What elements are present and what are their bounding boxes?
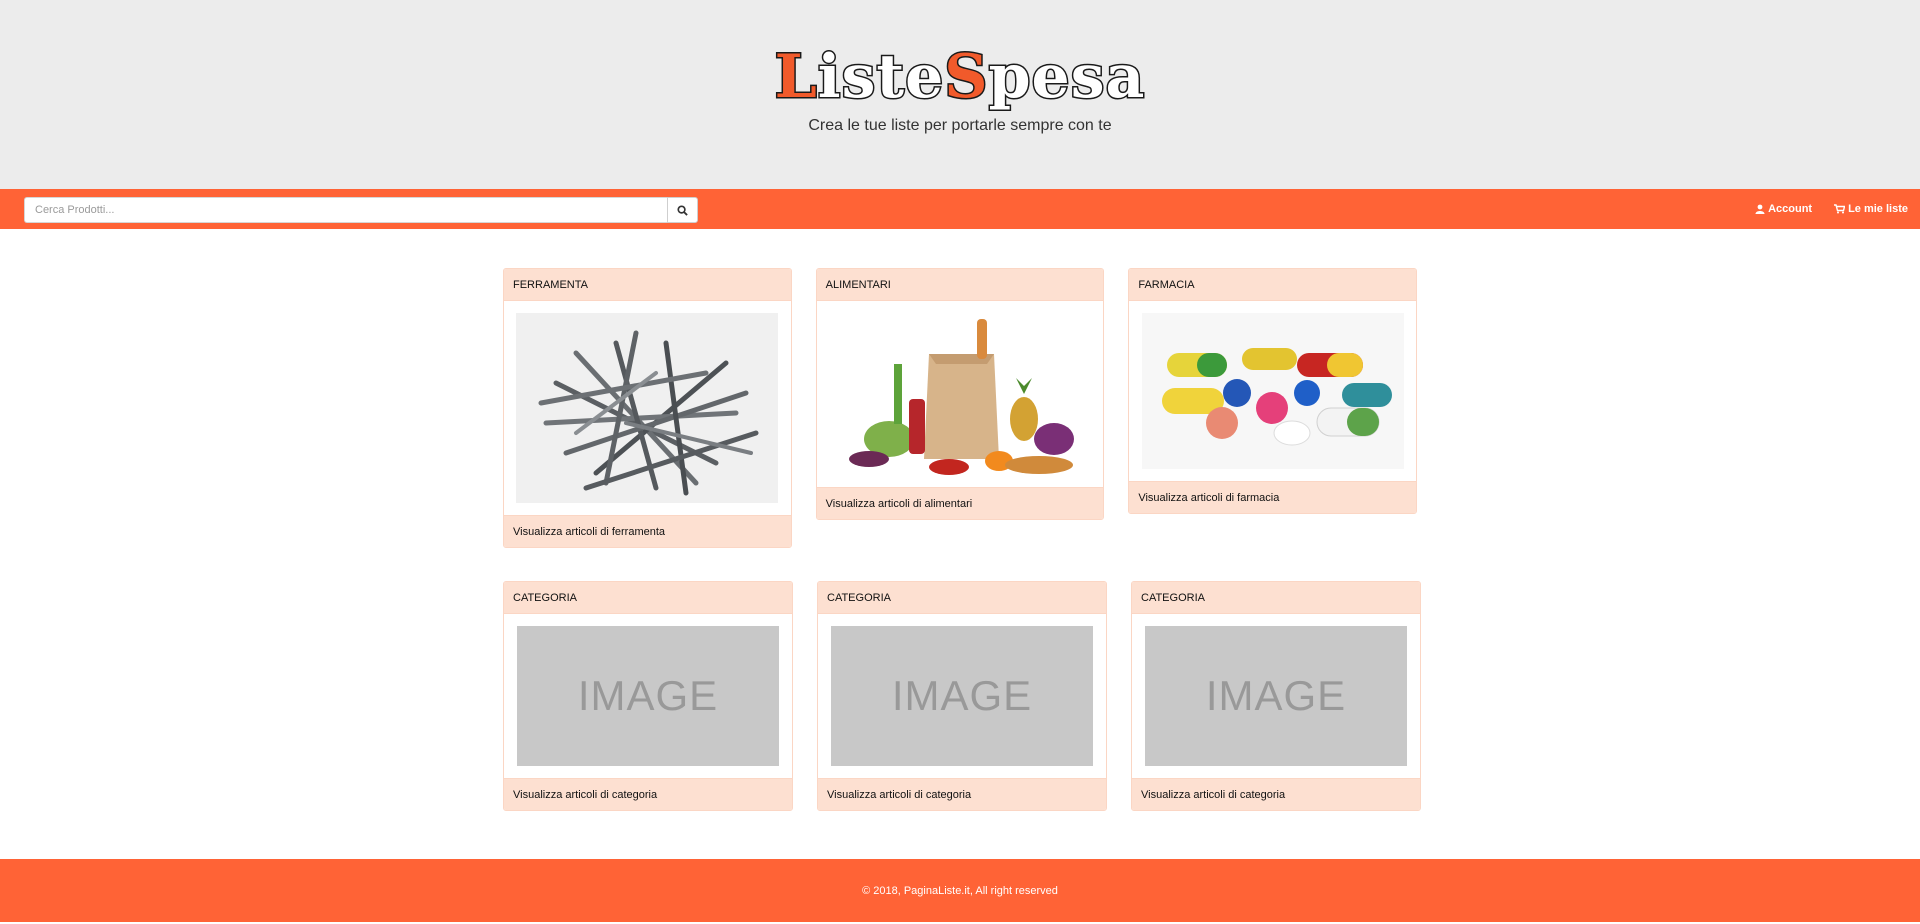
user-icon: [1755, 204, 1765, 214]
category-card-ferramenta[interactable]: FERRAMENTA Visualizza articoli di ferram…: [503, 268, 792, 548]
category-card[interactable]: CATEGORIA IMAGE Visualizza articoli di c…: [817, 581, 1107, 811]
account-link-label: Account: [1768, 203, 1813, 215]
account-link[interactable]: Account: [1755, 203, 1812, 215]
category-card-farmacia[interactable]: FARMACIA Visualizza articoli di farmacia: [1128, 268, 1418, 514]
card-title: ALIMENTARI: [816, 269, 1104, 301]
image-placeholder: IMAGE: [831, 626, 1093, 766]
card-footer-link[interactable]: Visualizza articoli di alimentari: [816, 487, 1104, 519]
image-placeholder: IMAGE: [517, 626, 779, 766]
category-grid: FERRAMENTA Visualizza articoli di ferram…: [503, 268, 1421, 811]
site-tagline: Crea le tue liste per portarle sempre co…: [808, 117, 1112, 134]
my-lists-link[interactable]: Le mie liste: [1834, 203, 1908, 215]
card-title: CATEGORIA: [504, 582, 792, 614]
card-title: FARMACIA: [1129, 269, 1417, 301]
search-bar: [24, 197, 698, 223]
footer-copyright: © 2018, PaginaListe.it, All right reserv…: [862, 884, 1058, 897]
card-footer-link[interactable]: Visualizza articoli di categoria: [818, 778, 1106, 810]
card-title: FERRAMENTA: [504, 269, 791, 301]
navbar: Account Le mie liste: [0, 189, 1920, 229]
card-footer-link[interactable]: Visualizza articoli di ferramenta: [504, 515, 791, 547]
nav-links: Account Le mie liste: [1755, 189, 1908, 229]
site-logo[interactable]: ListeSpesa: [0, 43, 1920, 112]
card-footer-link[interactable]: Visualizza articoli di categoria: [504, 778, 792, 810]
card-title: CATEGORIA: [1132, 582, 1420, 614]
nails-image: [516, 313, 779, 503]
category-card[interactable]: CATEGORIA IMAGE Visualizza articoli di c…: [503, 581, 793, 811]
page-footer: © 2018, PaginaListe.it, All right reserv…: [0, 859, 1920, 922]
pills-image: [1141, 313, 1404, 469]
search-button[interactable]: [667, 197, 698, 223]
card-footer-link[interactable]: Visualizza articoli di farmacia: [1129, 481, 1417, 513]
cart-icon: [1834, 204, 1846, 214]
category-row: CATEGORIA IMAGE Visualizza articoli di c…: [503, 581, 1421, 811]
card-title: CATEGORIA: [818, 582, 1106, 614]
page-header: ListeSpesa Crea le tue liste per portarl…: [0, 0, 1920, 189]
card-footer-link[interactable]: Visualizza articoli di categoria: [1132, 778, 1420, 810]
category-card-alimentari[interactable]: ALIMENTARI Visualizza articoli di alimen…: [815, 268, 1105, 520]
groceries-image: [829, 309, 1091, 479]
search-icon: [677, 204, 688, 216]
category-card[interactable]: CATEGORIA IMAGE Visualizza articoli di c…: [1131, 581, 1421, 811]
my-lists-link-label: Le mie liste: [1848, 203, 1908, 215]
category-row: FERRAMENTA Visualizza articoli di ferram…: [503, 268, 1418, 548]
search-input[interactable]: [24, 197, 667, 223]
image-placeholder: IMAGE: [1145, 626, 1407, 766]
